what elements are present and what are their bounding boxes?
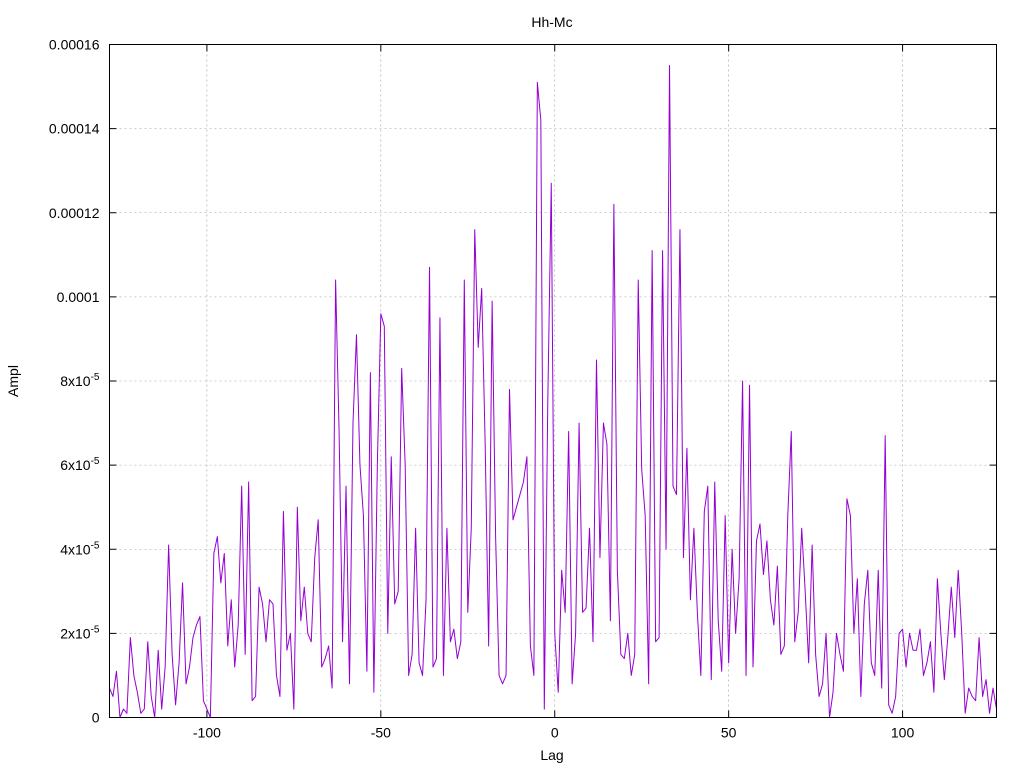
y-tick-exponent: -5	[91, 372, 100, 383]
y-tick-mantissa: 6x10	[60, 457, 91, 473]
x-tick-label: 100	[891, 725, 915, 741]
y-tick-label: 0.00014	[49, 121, 100, 137]
y-tick-mantissa: 8x10	[60, 373, 91, 389]
x-tick-label: 0	[551, 725, 559, 741]
y-tick-exponent: -5	[91, 624, 100, 635]
y-tick-exponent: -5	[91, 456, 100, 467]
series-line	[109, 65, 997, 718]
y-tick-mantissa: 0.00012	[49, 205, 100, 221]
x-tick-labels: -100 -50 0 50 100	[193, 725, 915, 741]
y-axis-label: Ampl	[5, 365, 21, 397]
y-tick-label: 6x10-5	[60, 456, 100, 473]
y-tick-mantissa: 4x10	[60, 541, 91, 557]
x-tick-label: -100	[193, 725, 221, 741]
x-tick-label: -50	[371, 725, 391, 741]
y-tick-label: 0.00016	[49, 37, 100, 53]
line-chart: -100 -50 0 50 100 02x10-54x10-56x10-58x10-50…	[5, 14, 997, 763]
y-tick-mantissa: 2x10	[60, 625, 91, 641]
y-tick-mantissa: 0	[92, 710, 100, 726]
x-tick-label: 50	[721, 725, 737, 741]
y-tick-label: 4x10-5	[60, 540, 100, 557]
chart-title: Hh-Mc	[531, 14, 572, 30]
y-tick-label: 0.00012	[49, 205, 100, 221]
y-tick-exponent: -5	[91, 540, 100, 551]
y-tick-mantissa: 0.00016	[49, 37, 100, 53]
y-tick-label: 8x10-5	[60, 372, 100, 389]
y-tick-mantissa: 0.0001	[57, 289, 100, 305]
y-tick-mantissa: 0.00014	[49, 121, 100, 137]
y-tick-label: 2x10-5	[60, 624, 100, 641]
y-tick-labels: 02x10-54x10-56x10-58x10-50.00010.000120.…	[49, 37, 100, 726]
y-tick-label: 0	[92, 710, 100, 726]
y-tick-label: 0.0001	[57, 289, 100, 305]
x-axis-label: Lag	[540, 747, 563, 763]
